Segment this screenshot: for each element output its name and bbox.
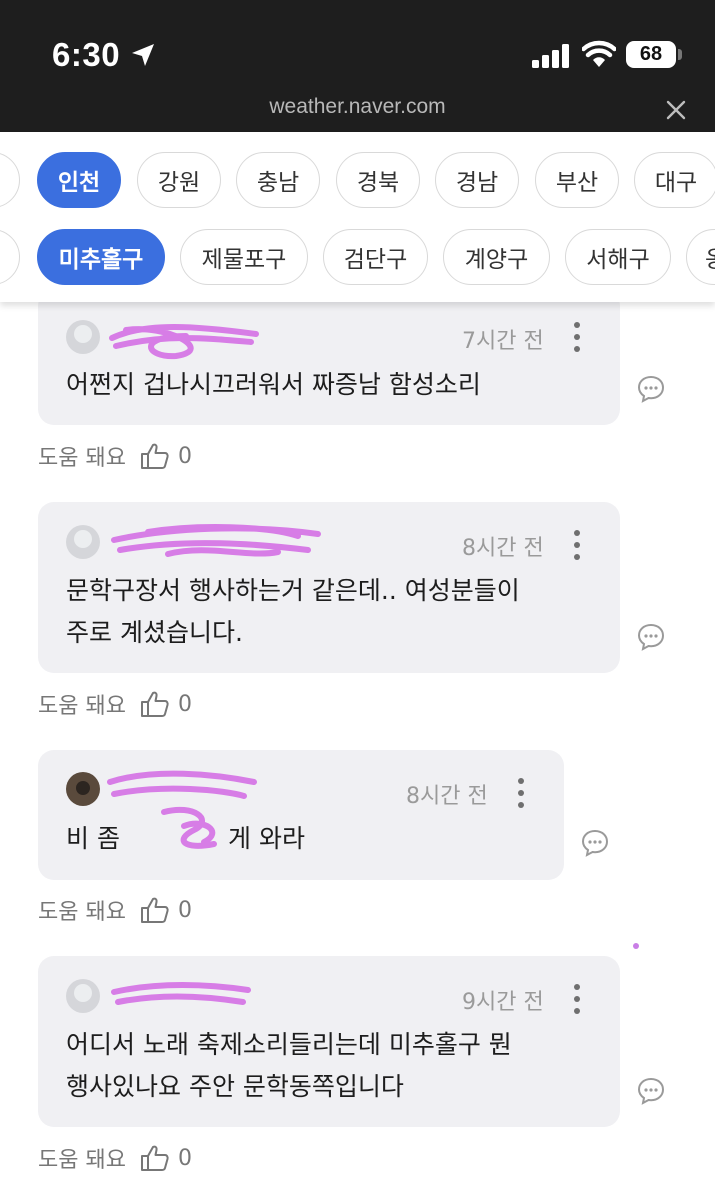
thumbs-up-icon[interactable]: [140, 896, 170, 924]
comment-text-line: 행사있나요 주안 문학동쪽입니다: [66, 1072, 404, 1101]
comment-text-line: 어디서 노래 축제소리들리는데 미추홀구 뭔: [66, 1030, 512, 1059]
chip-province-gyeongbuk[interactable]: 경북: [336, 152, 420, 208]
like-count: 0: [177, 897, 192, 923]
battery-tip: [678, 49, 682, 60]
comment-timestamp: 8시간 전: [462, 536, 544, 561]
chip-district-michuhol[interactable]: 미추홀구: [37, 229, 165, 285]
region-filter-panel: 인천 강원 충남 경북 경남 부산 대구 미추홀구 제물포구 검단구 계양구 서…: [0, 132, 715, 302]
chip-district-partial-ong[interactable]: 옹: [686, 229, 715, 285]
helpful-row: 도움 돼요 0: [38, 894, 192, 926]
helpful-row: 도움 돼요 0: [38, 688, 192, 720]
redaction-scribble: [111, 982, 251, 1005]
status-time: 6:30: [52, 36, 121, 73]
url-display[interactable]: weather.naver.com: [0, 95, 715, 119]
helpful-label: 도움 돼요: [38, 694, 126, 719]
comment-text-line: 주로 계셨습니다.: [66, 618, 243, 647]
stray-mark: [633, 943, 639, 949]
chip-district-seohae[interactable]: 서해구: [565, 229, 671, 285]
chip-district-partial[interactable]: [0, 229, 20, 285]
avatar: [66, 525, 100, 559]
comment-text-line: 게 와라: [228, 824, 305, 853]
like-count: 0: [177, 1145, 192, 1171]
chip-province-gangwon[interactable]: 강원: [137, 152, 221, 208]
comment-card: 9시간 전 어디서 노래 축제소리들리는데 미추홀구 뭔 행사있나요 주안 문학…: [38, 956, 620, 1127]
redaction-scribble: [109, 324, 259, 360]
chip-province-gyeongnam[interactable]: 경남: [435, 152, 519, 208]
comment-timestamp: 9시간 전: [462, 990, 544, 1015]
like-count: 0: [177, 443, 192, 469]
reply-icon[interactable]: [636, 622, 666, 652]
thumbs-up-icon[interactable]: [140, 1144, 170, 1172]
comment-text-line: 비 좀: [66, 824, 120, 853]
helpful-row: 도움 돼요 0: [38, 440, 192, 472]
helpful-row: 도움 돼요 0: [38, 1142, 192, 1174]
comment-card: 8시간 전 문학구장서 행사하는거 같은데.. 여성분들이 주로 계셨습니다.: [38, 502, 620, 673]
avatar: [66, 772, 100, 806]
comment-card: 7시간 전 어쩐지 겁나시끄러워서 짜증남 함성소리: [38, 290, 620, 425]
reply-icon[interactable]: [636, 1076, 666, 1106]
helpful-label: 도움 돼요: [38, 1148, 126, 1173]
redaction-scribble: [111, 524, 321, 557]
helpful-label: 도움 돼요: [38, 446, 126, 471]
close-icon[interactable]: [662, 96, 690, 124]
wifi-icon: [582, 40, 616, 67]
comment-timestamp: 8시간 전: [406, 784, 488, 809]
battery-level: 68: [626, 41, 676, 68]
chip-province-daegu[interactable]: 대구: [634, 152, 715, 208]
helpful-label: 도움 돼요: [38, 900, 126, 925]
comment-text-line: 문학구장서 행사하는거 같은데.. 여성분들이: [66, 576, 520, 605]
cellular-signal-icon: [532, 44, 569, 68]
chip-province-busan[interactable]: 부산: [535, 152, 619, 208]
province-chip-row: 인천 강원 충남 경북 경남 부산 대구: [0, 152, 715, 208]
browser-topbar: 6:30 68 weather.naver.com: [0, 0, 715, 132]
district-chip-row: 미추홀구 제물포구 검단구 계양구 서해구 옹: [0, 229, 715, 285]
more-options-icon[interactable]: [515, 778, 527, 814]
comment-card: 8시간 전 비 좀 게 와라: [38, 750, 564, 880]
more-options-icon[interactable]: [571, 322, 583, 358]
chip-district-gyeyang[interactable]: 계양구: [443, 229, 550, 285]
location-arrow-icon: [132, 44, 154, 66]
more-options-icon[interactable]: [571, 530, 583, 566]
more-options-icon[interactable]: [571, 984, 583, 1020]
like-count: 0: [177, 691, 192, 717]
comment-timestamp: 7시간 전: [462, 329, 544, 354]
comment-text-line: 어쩐지 겁나시끄러워서 짜증남 함성소리: [66, 370, 481, 399]
avatar: [66, 320, 100, 354]
chip-district-jemulpo[interactable]: 제물포구: [180, 229, 308, 285]
chip-province-incheon[interactable]: 인천: [37, 152, 121, 208]
reply-icon[interactable]: [636, 374, 666, 404]
chip-province-chungnam[interactable]: 충남: [236, 152, 320, 208]
chip-province-partial[interactable]: [0, 152, 20, 208]
thumbs-up-icon[interactable]: [140, 442, 170, 470]
avatar: [66, 979, 100, 1013]
thumbs-up-icon[interactable]: [140, 690, 170, 718]
chip-district-geomdan[interactable]: 검단구: [323, 229, 428, 285]
reply-icon[interactable]: [580, 828, 610, 858]
